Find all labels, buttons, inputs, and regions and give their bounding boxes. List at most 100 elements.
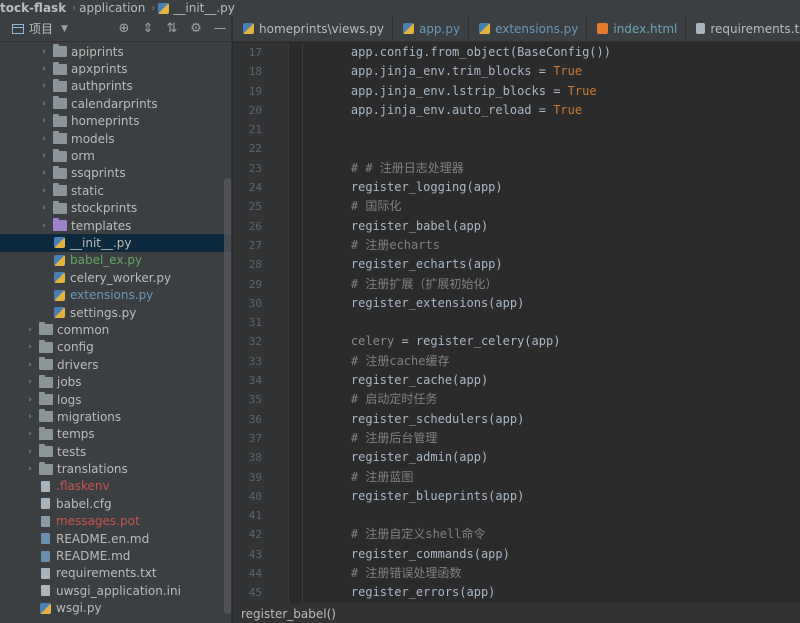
minimize-icon[interactable]: — [213,21,227,36]
chevron-right-icon[interactable]: › [38,116,50,126]
tree-folder-item[interactable]: › config [0,339,231,356]
chevron-right-icon[interactable]: › [38,134,50,144]
tree-folder-item[interactable]: › jobs [0,373,231,390]
code-line[interactable]: # 国际化 [290,197,800,216]
chevron-right-icon[interactable]: › [38,168,50,178]
tree-folder-item[interactable]: › ssqprints [0,165,231,182]
chevron-right-icon[interactable]: › [38,186,50,196]
chevron-right-icon[interactable]: › [38,203,50,213]
tree-file-item[interactable]: README.md [0,547,231,564]
tree-file-item[interactable]: README.en.md [0,530,231,547]
code-line[interactable]: # 注册后台管理 [290,429,800,448]
chevron-right-icon[interactable]: › [24,395,36,405]
tree-folder-item[interactable]: › orm [0,147,231,164]
code-line[interactable] [290,120,800,139]
chevron-right-icon[interactable]: › [24,464,36,474]
tree-folder-item[interactable]: › models [0,130,231,147]
tree-folder-item[interactable]: › drivers [0,356,231,373]
tree-folder-item[interactable]: › stockprints [0,200,231,217]
tree-file-item[interactable]: uwsgi_application.ini [0,582,231,599]
code-editor[interactable]: app.config.from_object(BaseConfig()) app… [290,43,800,603]
chevron-right-icon[interactable]: › [24,360,36,370]
editor-tab[interactable]: extensions.py [469,16,588,41]
code-line[interactable]: register_extensions(app) [290,294,800,313]
chevron-right-icon[interactable]: › [24,447,36,457]
tree-folder-item[interactable]: › tests [0,443,231,460]
tree-file-item[interactable]: wsgi.py [0,600,231,617]
tree-folder-item[interactable]: › migrations [0,408,231,425]
breadcrumb-project[interactable]: tock-flask [0,1,69,15]
tree-file-item[interactable]: messages.pot [0,513,231,530]
code-line[interactable]: register_logging(app) [290,178,800,197]
chevron-right-icon[interactable]: › [38,64,50,74]
code-line[interactable]: register_admin(app) [290,448,800,467]
code-line[interactable]: # 注册扩展（扩展初始化） [290,275,800,294]
locate-file-icon[interactable]: ⊕ [117,21,131,36]
code-line[interactable]: # 注册自定义shell命令 [290,525,800,544]
collapse-all-icon[interactable]: ⇅ [165,21,179,36]
code-line[interactable]: register_echarts(app) [290,255,800,274]
chevron-right-icon[interactable]: › [24,377,36,387]
tree-folder-item[interactable]: › authprints [0,78,231,95]
chevron-right-icon[interactable]: › [24,325,36,335]
tree-folder-item[interactable]: › homeprints [0,113,231,130]
editor-tab[interactable]: requirements.txt [686,16,800,41]
breadcrumb-file[interactable]: __init__.py [173,1,238,15]
tree-file-item[interactable]: celery_worker.py [0,269,231,286]
chevron-right-icon[interactable]: › [38,151,50,161]
tree-file-item[interactable]: babel_ex.py [0,252,231,269]
code-line[interactable]: # 启动定时任务 [290,390,800,409]
current-function-crumb[interactable]: register_babel() [241,607,336,621]
code-line[interactable] [290,506,800,525]
chevron-right-icon[interactable]: › [24,412,36,422]
code-line[interactable]: app.jinja_env.trim_blocks = True [290,62,800,81]
chevron-right-icon[interactable]: › [38,221,50,231]
tree-file-item[interactable]: extensions.py [0,286,231,303]
tree-folder-item[interactable]: › logs [0,391,231,408]
expand-all-icon[interactable]: ⇕ [141,21,155,36]
code-line[interactable]: # 注册错误处理函数 [290,564,800,583]
tree-folder-item[interactable]: › apxprints [0,60,231,77]
tree-folder-item[interactable]: › apiprints [0,43,231,60]
gear-icon[interactable]: ⚙ [189,21,203,36]
code-line[interactable] [290,139,800,158]
tree-folder-item[interactable]: › temps [0,426,231,443]
code-line[interactable]: register_commands(app) [290,545,800,564]
project-tree-scrollbar[interactable] [224,178,231,614]
tree-folder-item[interactable]: › translations [0,460,231,477]
code-line[interactable]: celery = register_celery(app) [290,332,800,351]
tree-file-item[interactable]: settings.py [0,304,231,321]
code-line[interactable]: register_blueprints(app) [290,487,800,506]
editor-tab[interactable]: app.py [393,16,470,41]
tree-folder-item[interactable]: › templates [0,217,231,234]
tree-file-item[interactable]: babel.cfg [0,495,231,512]
chevron-right-icon[interactable]: › [38,47,50,57]
code-line[interactable]: # 注册echarts [290,236,800,255]
tree-folder-item[interactable]: › calendarprints [0,95,231,112]
chevron-right-icon[interactable]: › [24,342,36,352]
code-line[interactable]: register_cache(app) [290,371,800,390]
code-line[interactable]: # 注册cache缓存 [290,352,800,371]
chevron-right-icon[interactable]: › [24,429,36,439]
tree-folder-item[interactable]: › static [0,182,231,199]
code-line[interactable]: # 注册蓝图 [290,468,800,487]
code-line[interactable]: app.jinja_env.auto_reload = True [290,101,800,120]
code-line[interactable] [290,313,800,332]
editor-tab[interactable]: index.html [587,16,687,41]
dropdown-caret-icon[interactable]: ▼ [61,24,68,34]
tree-file-item[interactable]: requirements.txt [0,565,231,582]
code-line[interactable]: register_babel(app) [290,217,800,236]
editor-tab[interactable]: homeprints\views.py [233,16,393,41]
code-line[interactable]: app.jinja_env.lstrip_blocks = True [290,82,800,101]
breadcrumb-folder[interactable]: application [79,1,148,15]
tree-file-item[interactable]: .flaskenv [0,478,231,495]
project-panel-title[interactable]: 项目 [29,20,53,37]
tree-file-item[interactable]: __init__.py [0,234,231,252]
code-line[interactable]: register_errors(app) [290,583,800,602]
tree-folder-item[interactable]: › common [0,321,231,338]
code-line[interactable]: # # 注册日志处理器 [290,159,800,178]
chevron-right-icon[interactable]: › [38,81,50,91]
chevron-right-icon[interactable]: › [38,99,50,109]
code-line[interactable]: app.config.from_object(BaseConfig()) [290,43,800,62]
code-line[interactable]: register_schedulers(app) [290,410,800,429]
